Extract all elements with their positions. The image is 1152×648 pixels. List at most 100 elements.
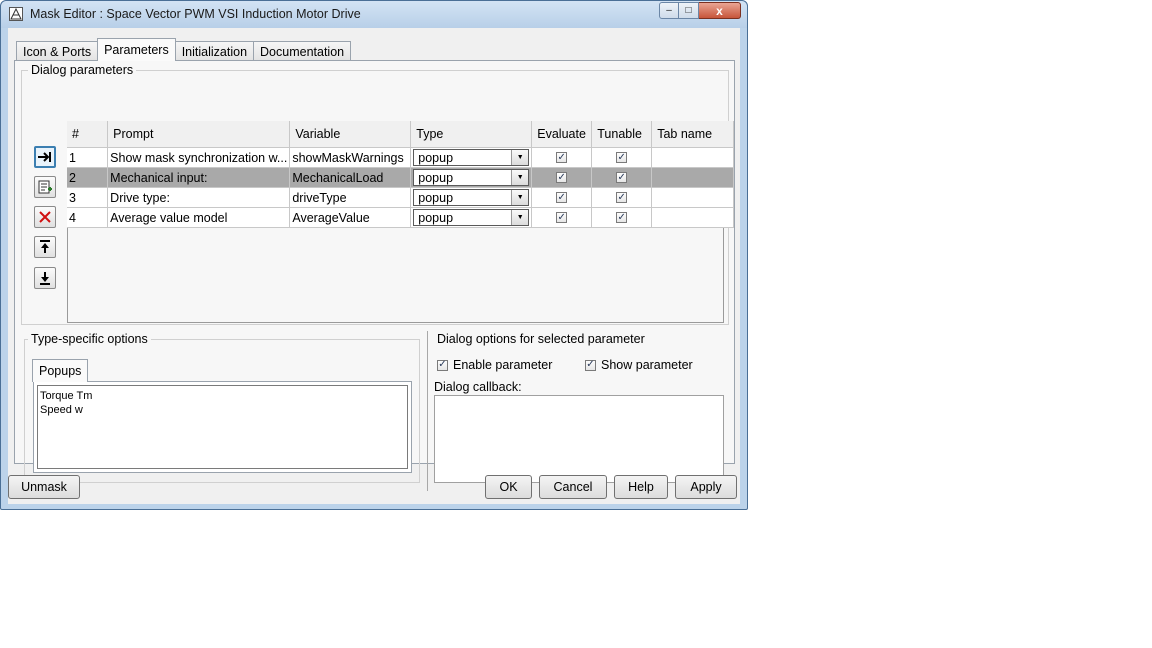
column-header-num[interactable]: # bbox=[67, 121, 109, 148]
tab-name-cell[interactable] bbox=[651, 147, 734, 168]
show-parameter-checkbox[interactable]: ✓ bbox=[585, 359, 596, 371]
mask-editor-window: Mask Editor : Space Vector PWM VSI Induc… bbox=[0, 0, 748, 510]
row-number: 2 bbox=[67, 167, 109, 188]
tunable-checkbox[interactable]: ✓ bbox=[616, 212, 628, 223]
delete-parameter-button[interactable] bbox=[34, 206, 56, 228]
enable-parameter-option[interactable]: ✓ Enable parameter bbox=[437, 358, 552, 372]
type-dropdown[interactable]: popup ▼ bbox=[413, 189, 530, 206]
tab-icon-ports[interactable]: Icon & Ports bbox=[16, 41, 99, 61]
move-up-icon bbox=[40, 240, 50, 253]
type-dropdown[interactable]: popup ▼ bbox=[413, 149, 530, 166]
tab-parameters[interactable]: Parameters bbox=[97, 38, 176, 61]
evaluate-cell: ✓ bbox=[531, 207, 593, 228]
title-bar[interactable]: Mask Editor : Space Vector PWM VSI Induc… bbox=[1, 1, 747, 28]
tab-name-cell[interactable] bbox=[651, 207, 734, 228]
add-parameter-button[interactable] bbox=[34, 176, 56, 198]
tunable-cell: ✓ bbox=[591, 147, 653, 168]
dropdown-arrow-icon[interactable]: ▼ bbox=[511, 170, 529, 185]
table-row[interactable]: 1 Show mask synchronization w... showMas… bbox=[67, 147, 734, 168]
cancel-button[interactable]: Cancel bbox=[539, 475, 607, 499]
enable-parameter-checkbox[interactable]: ✓ bbox=[437, 359, 448, 371]
type-dropdown[interactable]: popup ▼ bbox=[413, 169, 530, 186]
maximize-button[interactable]: □ bbox=[679, 2, 699, 19]
insert-parameter-button[interactable] bbox=[34, 146, 56, 168]
table-row[interactable]: 4 Average value model AverageValue popup… bbox=[67, 207, 734, 228]
tab-initialization[interactable]: Initialization bbox=[174, 41, 255, 61]
variable-cell[interactable]: driveType bbox=[289, 187, 412, 208]
type-cell: popup ▼ bbox=[410, 167, 533, 188]
tunable-checkbox[interactable]: ✓ bbox=[616, 192, 628, 203]
column-header-prompt[interactable]: Prompt bbox=[107, 121, 291, 148]
insert-parameter-icon bbox=[38, 152, 51, 162]
apply-button[interactable]: Apply bbox=[675, 475, 737, 499]
dialog-options-title: Dialog options for selected parameter bbox=[434, 332, 648, 346]
column-header-variable[interactable]: Variable bbox=[289, 121, 412, 148]
prompt-cell[interactable]: Show mask synchronization w... bbox=[107, 147, 291, 168]
move-down-button[interactable] bbox=[34, 267, 56, 289]
add-parameter-icon bbox=[38, 180, 52, 194]
dropdown-arrow-icon[interactable]: ▼ bbox=[511, 190, 529, 205]
dialog-callback-field[interactable] bbox=[434, 395, 724, 483]
type-cell: popup ▼ bbox=[410, 207, 533, 228]
close-button[interactable]: x bbox=[699, 2, 741, 19]
show-parameter-label: Show parameter bbox=[601, 358, 693, 372]
minimize-button[interactable]: – bbox=[659, 2, 679, 19]
window-title: Mask Editor : Space Vector PWM VSI Induc… bbox=[30, 7, 361, 21]
evaluate-checkbox[interactable]: ✓ bbox=[556, 172, 568, 183]
evaluate-cell: ✓ bbox=[531, 167, 593, 188]
popup-option: Speed w bbox=[40, 404, 83, 416]
tab-name-cell[interactable] bbox=[651, 187, 734, 208]
prompt-cell[interactable]: Drive type: bbox=[107, 187, 291, 208]
type-dropdown[interactable]: popup ▼ bbox=[413, 209, 530, 226]
dropdown-arrow-icon[interactable]: ▼ bbox=[511, 210, 529, 225]
popups-textarea[interactable]: Torque Tm Speed w bbox=[37, 385, 408, 469]
parameters-panel: Dialog parameters # Prompt Variable Type… bbox=[14, 60, 735, 491]
parameters-table: # Prompt Variable Type Evaluate Tunable … bbox=[67, 121, 734, 228]
variable-cell[interactable]: AverageValue bbox=[289, 207, 412, 228]
tunable-checkbox[interactable]: ✓ bbox=[616, 172, 628, 183]
tunable-cell: ✓ bbox=[591, 207, 653, 228]
row-number: 1 bbox=[67, 147, 109, 168]
type-cell: popup ▼ bbox=[410, 147, 533, 168]
tab-documentation[interactable]: Documentation bbox=[253, 41, 352, 61]
tab-name-cell[interactable] bbox=[651, 167, 734, 188]
evaluate-checkbox[interactable]: ✓ bbox=[556, 212, 568, 223]
prompt-cell[interactable]: Mechanical input: bbox=[107, 167, 291, 188]
ok-button[interactable]: OK bbox=[485, 475, 532, 499]
column-header-evaluate[interactable]: Evaluate bbox=[531, 121, 593, 148]
tab-popups[interactable]: Popups bbox=[32, 359, 89, 382]
evaluate-checkbox[interactable]: ✓ bbox=[556, 152, 568, 163]
enable-parameter-label: Enable parameter bbox=[453, 358, 553, 372]
evaluate-checkbox[interactable]: ✓ bbox=[556, 192, 568, 203]
column-header-type[interactable]: Type bbox=[410, 121, 533, 148]
table-row-selected[interactable]: 2 Mechanical input: MechanicalLoad popup… bbox=[67, 167, 734, 188]
dialog-callback-label: Dialog callback: bbox=[434, 380, 522, 394]
popup-option: Torque Tm bbox=[40, 390, 93, 402]
variable-cell[interactable]: showMaskWarnings bbox=[289, 147, 412, 168]
type-value: popup bbox=[418, 210, 454, 225]
unmask-button[interactable]: Unmask bbox=[8, 475, 80, 499]
move-up-button[interactable] bbox=[34, 236, 56, 258]
column-header-tunable[interactable]: Tunable bbox=[591, 121, 653, 148]
type-specific-title: Type-specific options bbox=[28, 332, 151, 346]
tunable-checkbox[interactable]: ✓ bbox=[616, 152, 628, 163]
show-parameter-option[interactable]: ✓ Show parameter bbox=[585, 358, 693, 372]
row-number: 4 bbox=[67, 207, 109, 228]
prompt-cell[interactable]: Average value model bbox=[107, 207, 291, 228]
type-value: popup bbox=[418, 190, 454, 205]
app-icon bbox=[9, 7, 23, 21]
evaluate-cell: ✓ bbox=[531, 187, 593, 208]
move-down-icon bbox=[40, 272, 50, 285]
variable-cell[interactable]: MechanicalLoad bbox=[289, 167, 412, 188]
popups-panel: Torque Tm Speed w bbox=[33, 381, 412, 473]
help-button[interactable]: Help bbox=[614, 475, 668, 499]
tab-bar: Icon & Ports Parameters Initialization D… bbox=[16, 38, 352, 61]
delete-icon bbox=[39, 211, 51, 223]
tunable-cell: ✓ bbox=[591, 187, 653, 208]
dropdown-arrow-icon[interactable]: ▼ bbox=[511, 150, 529, 165]
evaluate-cell: ✓ bbox=[531, 147, 593, 168]
column-header-tab-name[interactable]: Tab name bbox=[651, 121, 734, 148]
type-value: popup bbox=[418, 150, 454, 165]
table-row[interactable]: 3 Drive type: driveType popup ▼ ✓ ✓ bbox=[67, 187, 734, 208]
dialog-parameters-title: Dialog parameters bbox=[28, 63, 137, 77]
